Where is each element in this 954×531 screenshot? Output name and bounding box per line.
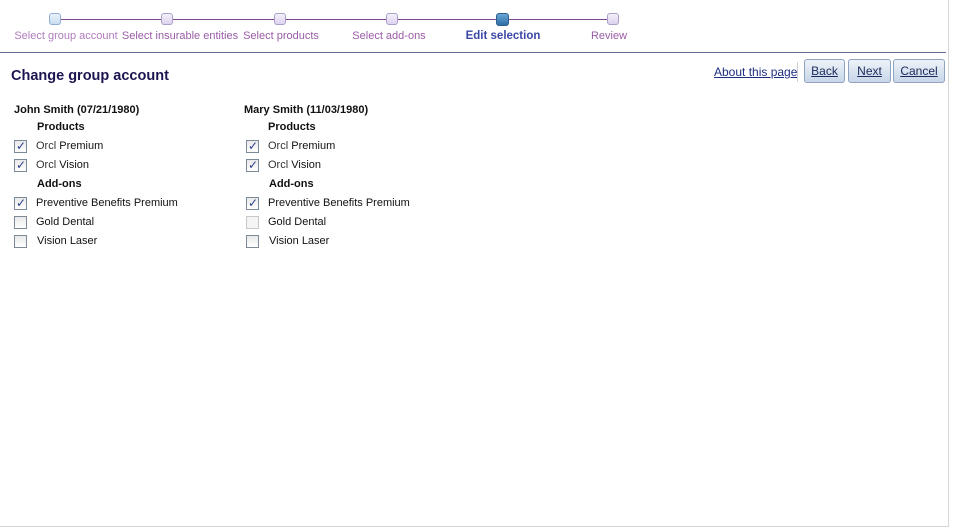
step-stop-select-products[interactable] bbox=[274, 13, 286, 25]
addon-option-vision-laser[interactable]: Vision Laser bbox=[246, 233, 329, 249]
product-option-orcl-vision[interactable]: ✓ Orcl Vision bbox=[14, 157, 89, 173]
addon-label: Vision Laser bbox=[37, 235, 98, 247]
step-train: Select group account Select insurable en… bbox=[0, 0, 954, 52]
checkmark-icon: ✓ bbox=[16, 195, 27, 210]
step-stop-edit-selection bbox=[496, 13, 509, 26]
train-line bbox=[55, 19, 613, 20]
addon-label: Gold Dental bbox=[36, 216, 95, 228]
addon-option-vision-laser[interactable]: Vision Laser bbox=[14, 233, 97, 249]
product-option-orcl-premium[interactable]: ✓ Orcl Premium bbox=[14, 138, 103, 154]
step-stop-select-group-account[interactable] bbox=[49, 13, 61, 25]
product-prefix: Orcl bbox=[36, 159, 57, 171]
step-label-review: Review bbox=[590, 30, 628, 42]
products-heading: Products bbox=[37, 121, 85, 133]
addon-option-preventive-benefits-premium[interactable]: ✓ Preventive Benefits Premium bbox=[246, 195, 410, 211]
checkmark-icon: ✓ bbox=[248, 138, 259, 153]
addon-option-gold-dental-disabled: Gold Dental bbox=[246, 214, 326, 230]
cancel-button[interactable]: Cancel bbox=[893, 59, 945, 83]
product-label: Premium bbox=[291, 140, 336, 152]
about-this-page-link[interactable]: About this page bbox=[714, 65, 797, 79]
checkbox-checked[interactable]: ✓ bbox=[14, 157, 27, 172]
next-button-label: Next bbox=[857, 64, 882, 78]
checkbox-unchecked[interactable] bbox=[246, 234, 259, 248]
next-button[interactable]: Next bbox=[848, 59, 891, 83]
checkmark-icon: ✓ bbox=[248, 157, 259, 172]
product-label: Vision bbox=[59, 159, 89, 171]
checkbox-unchecked[interactable] bbox=[14, 234, 27, 248]
product-label: Vision bbox=[291, 159, 321, 171]
checkbox-checked[interactable]: ✓ bbox=[246, 157, 259, 172]
step-stop-review bbox=[607, 13, 619, 25]
step-label-select-add-ons[interactable]: Select add-ons bbox=[352, 30, 425, 42]
product-option-orcl-vision[interactable]: ✓ Orcl Vision bbox=[246, 157, 321, 173]
addon-label: Gold Dental bbox=[268, 216, 327, 228]
product-option-orcl-premium[interactable]: ✓ Orcl Premium bbox=[246, 138, 335, 154]
cancel-button-label: Cancel bbox=[900, 64, 938, 78]
addon-option-gold-dental[interactable]: Gold Dental bbox=[14, 214, 94, 230]
checkbox-checked[interactable]: ✓ bbox=[14, 195, 27, 210]
checkbox-checked[interactable]: ✓ bbox=[246, 138, 259, 153]
checkbox-disabled bbox=[246, 215, 259, 229]
product-label: Premium bbox=[59, 140, 104, 152]
checkbox-unchecked[interactable] bbox=[14, 215, 27, 229]
step-label-edit-selection: Edit selection bbox=[465, 30, 541, 42]
addons-heading: Add-ons bbox=[37, 178, 82, 190]
step-label-select-products[interactable]: Select products bbox=[243, 30, 319, 42]
product-prefix: Orcl bbox=[36, 140, 57, 152]
step-label-select-insurable-entities[interactable]: Select insurable entities bbox=[122, 30, 238, 42]
checkmark-icon: ✓ bbox=[16, 157, 27, 172]
step-stop-select-add-ons[interactable] bbox=[386, 13, 398, 25]
checkbox-checked[interactable]: ✓ bbox=[246, 195, 259, 210]
header-divider bbox=[0, 52, 946, 53]
checkmark-icon: ✓ bbox=[16, 138, 27, 153]
product-prefix: Orcl bbox=[268, 159, 289, 171]
step-label-select-group-account[interactable]: Select group account bbox=[14, 30, 117, 42]
back-button[interactable]: Back bbox=[804, 59, 845, 83]
products-heading: Products bbox=[268, 121, 316, 133]
toolbar-separator bbox=[797, 62, 798, 82]
member-name: Mary Smith (11/03/1980) bbox=[244, 104, 369, 116]
page-title: Change group account bbox=[11, 68, 169, 84]
product-prefix: Orcl bbox=[268, 140, 289, 152]
back-button-label: Back bbox=[811, 64, 838, 78]
addon-label: Vision Laser bbox=[269, 235, 330, 247]
member-name: John Smith (07/21/1980) bbox=[14, 104, 140, 116]
checkbox-checked[interactable]: ✓ bbox=[14, 138, 27, 153]
addon-label: Preventive Benefits Premium bbox=[268, 197, 410, 209]
step-stop-select-insurable-entities[interactable] bbox=[161, 13, 173, 25]
addon-option-preventive-benefits-premium[interactable]: ✓ Preventive Benefits Premium bbox=[14, 195, 178, 211]
addons-heading: Add-ons bbox=[269, 178, 314, 190]
addon-label: Preventive Benefits Premium bbox=[36, 197, 178, 209]
checkmark-icon: ✓ bbox=[248, 195, 259, 210]
